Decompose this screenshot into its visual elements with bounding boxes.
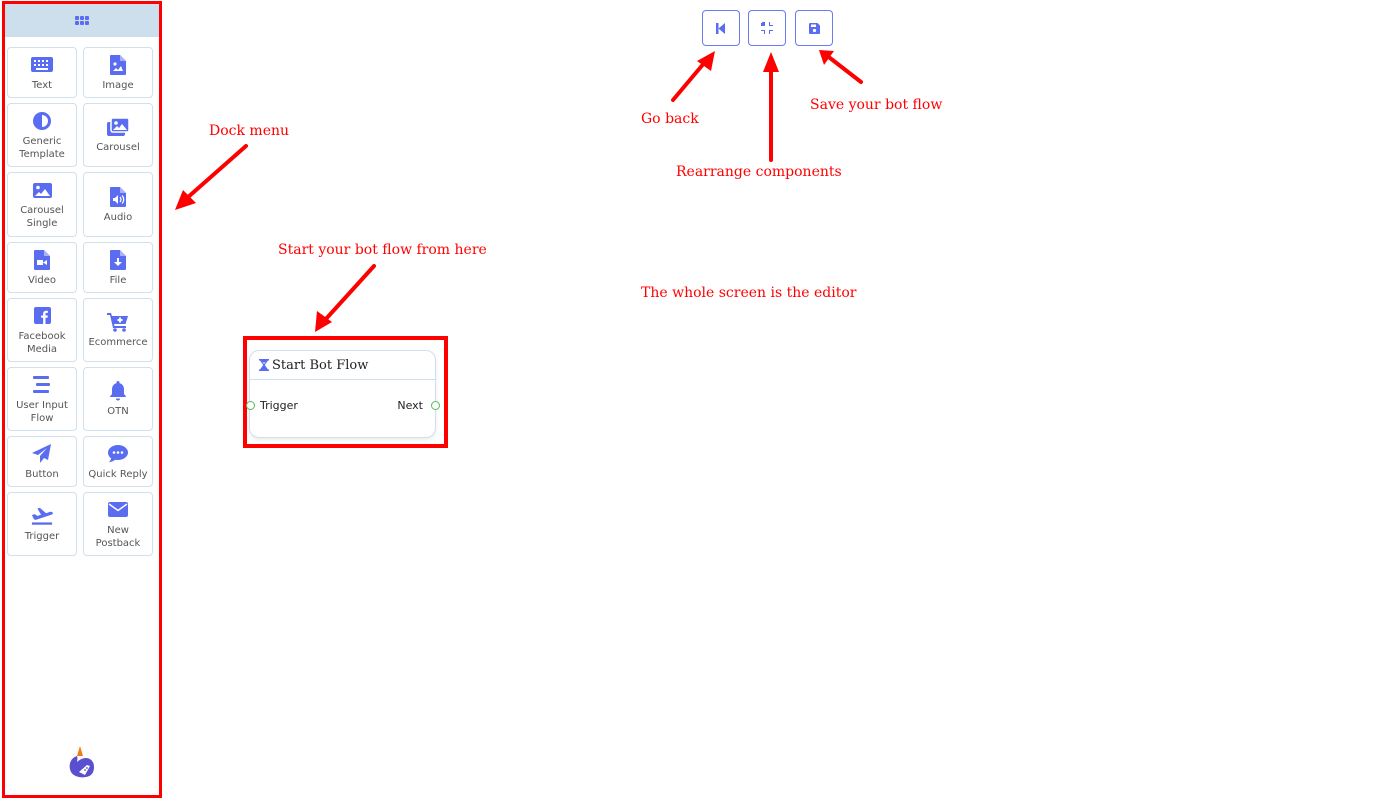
arrow-go-back xyxy=(671,60,707,102)
annotation-editor: The whole screen is the editor xyxy=(641,285,857,301)
annotation-go-back: Go back xyxy=(641,111,699,127)
arrow-save xyxy=(828,56,863,84)
editor-canvas[interactable]: Text Image Generic Template Carousel Car… xyxy=(0,0,1385,799)
dock-menu-highlight xyxy=(2,1,162,798)
annotation-save: Save your bot flow xyxy=(810,97,943,113)
step-backward-icon xyxy=(716,19,726,38)
save-button[interactable] xyxy=(795,10,833,46)
arrow-dock-menu xyxy=(185,144,248,200)
compress-icon xyxy=(761,19,773,38)
start-bot-flow-node[interactable]: Start Bot Flow Trigger Next xyxy=(246,350,440,438)
node-title: Start Bot Flow xyxy=(272,357,369,373)
hourglass-icon xyxy=(259,359,269,371)
next-port-label: Next xyxy=(397,399,423,412)
go-back-button[interactable] xyxy=(702,10,740,46)
annotation-rearrange: Rearrange components xyxy=(676,164,842,180)
trigger-input-port[interactable] xyxy=(246,401,255,410)
rearrange-button[interactable] xyxy=(748,10,786,46)
next-output-port[interactable] xyxy=(431,401,440,410)
annotation-dock-menu: Dock menu xyxy=(209,123,290,139)
node-header: Start Bot Flow xyxy=(250,351,435,380)
trigger-port-label: Trigger xyxy=(260,399,298,412)
annotation-start-here: Start your bot flow from here xyxy=(278,242,487,258)
arrow-start-here xyxy=(323,264,376,322)
save-icon xyxy=(808,19,820,38)
